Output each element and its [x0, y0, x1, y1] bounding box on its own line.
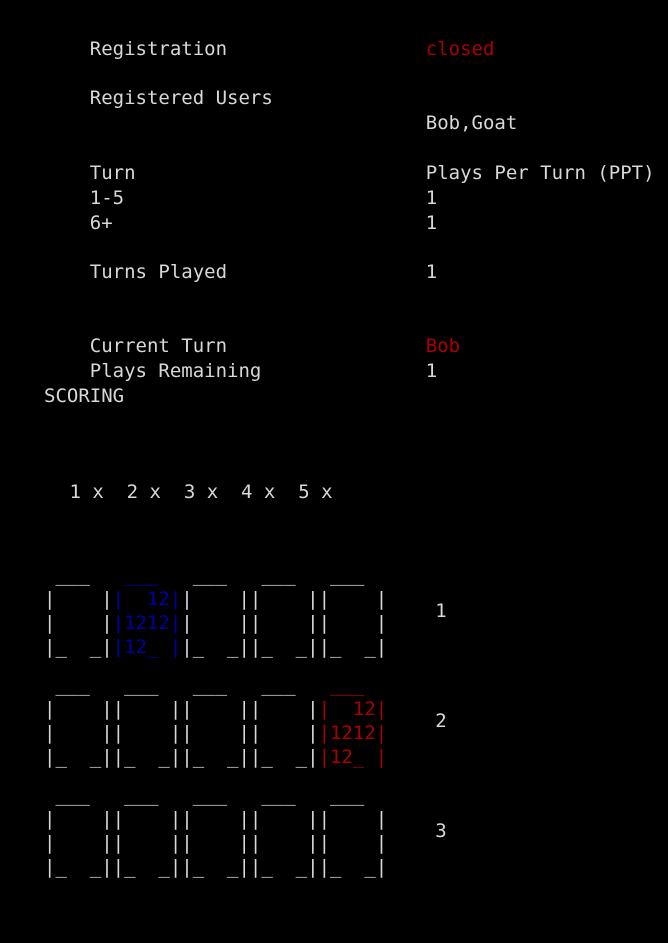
plays-remaining-label: Plays Remaining [89, 360, 262, 382]
turns-played-label: Turns Played [89, 261, 228, 283]
scoring-row-multiplier: 3 [435, 820, 447, 842]
scoring-cell-r1-c4[interactable]: ___ | | | | |_ _| [250, 563, 319, 659]
scoring-cell-r1-c2[interactable]: ___ | 12| |1212| |12_ | [113, 563, 182, 659]
scoring-row: ___ | | | | |_ _| ___ | | | | |_ _| ___ … [44, 783, 447, 879]
scoring-cell-r2-c3[interactable]: ___ | | | | |_ _| [181, 673, 250, 769]
scoring-cell-r2-c1[interactable]: ___ | | | | |_ _| [44, 673, 113, 769]
scoring-cell-r3-c5[interactable]: ___ | | | | |_ _| [319, 783, 388, 879]
scoring-row-cells: ___ | | | | |_ _| ___ | | | | |_ _| ___ … [44, 783, 387, 879]
scoring-cell-r2-c4[interactable]: ___ | | | | |_ _| [250, 673, 319, 769]
scoring-heading: SCORING [44, 385, 125, 407]
scoring-cell-r2-c2[interactable]: ___ | | | | |_ _| [113, 673, 182, 769]
scoring-cell-r1-c5[interactable]: ___ | | | | |_ _| [319, 563, 388, 659]
scoring-row-cells: ___ | | | | |_ _| ___ | 12| |1212| |12_ … [44, 563, 387, 659]
registration-value: closed [425, 38, 495, 60]
terminal-screen: Registration closed Registered Users Bob,… [0, 0, 668, 878]
scoring-column-header: 1 x 2 x 3 x 4 x 5 x [58, 481, 333, 503]
registered-users-value: Bob,Goat [425, 112, 518, 134]
registration-label: Registration [89, 38, 228, 60]
scoring-cell-r1-c1[interactable]: ___ | | | | |_ _| [44, 563, 113, 659]
ppt-value-1: 1 [425, 212, 438, 234]
scoring-row-multiplier: 1 [435, 600, 447, 622]
scoring-cell-r3-c1[interactable]: ___ | | | | |_ _| [44, 783, 113, 879]
scoring-grid: 1 x 2 x 3 x 4 x 5 x ___ | | | | |_ _| __… [44, 430, 447, 943]
scoring-grid-body: ___ | | | | |_ _| ___ | 12| |1212| |12_ … [44, 563, 447, 879]
scoring-cell-r1-c3[interactable]: ___ | | | | |_ _| [181, 563, 250, 659]
scoring-row: ___ | | | | |_ _| ___ | | | | |_ _| ___ … [44, 673, 447, 769]
scoring-cell-r3-c3[interactable]: ___ | | | | |_ _| [181, 783, 250, 879]
turns-played-row: Turns Played 1 [44, 235, 437, 310]
scoring-cell-r3-c4[interactable]: ___ | | | | |_ _| [250, 783, 319, 879]
scoring-row: ___ | | | | |_ _| ___ | 12| |1212| |12_ … [44, 563, 447, 659]
turns-played-value: 1 [425, 261, 438, 283]
plays-remaining-value: 1 [425, 360, 438, 382]
scoring-row-multiplier: 2 [435, 710, 447, 732]
ppt-header: Plays Per Turn (PPT) [425, 162, 655, 184]
scoring-row-cells: ___ | | | | |_ _| ___ | | | | |_ _| ___ … [44, 673, 387, 769]
ppt-turn-range-1: 6+ [89, 212, 113, 234]
scoring-cell-r3-c2[interactable]: ___ | | | | |_ _| [113, 783, 182, 879]
scoring-cell-r2-c5[interactable]: ___ | 12| |1212| |12_ | [319, 673, 388, 769]
